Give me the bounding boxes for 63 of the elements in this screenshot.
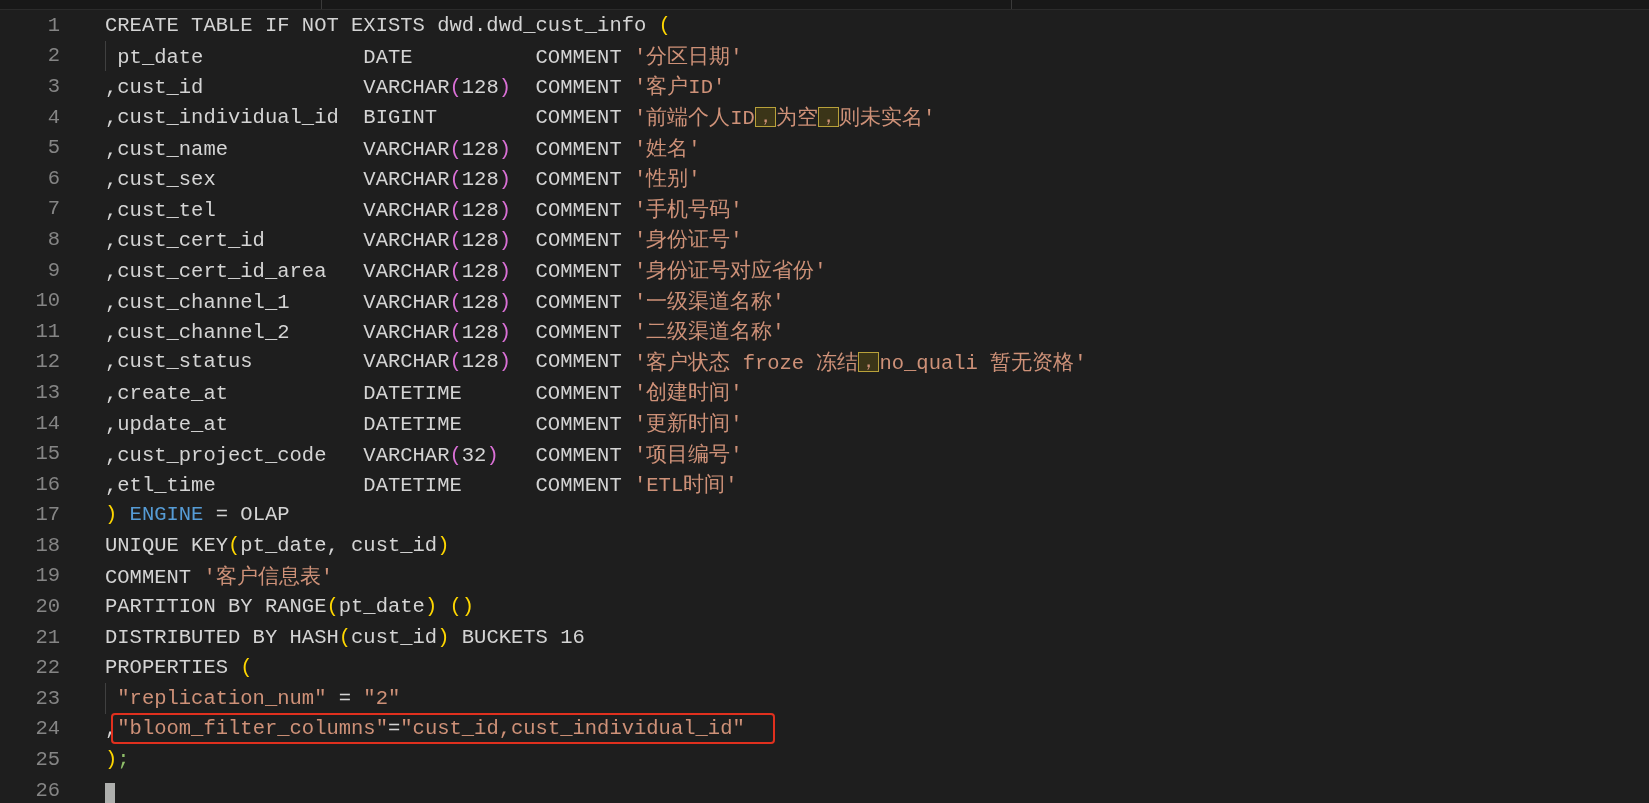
code-text: ( — [449, 350, 462, 374]
code-line: "replication_num" = "2" — [117, 686, 401, 710]
line-number: 2 — [47, 44, 60, 68]
line-number: 15 — [35, 442, 60, 466]
line-number: 6 — [47, 166, 60, 190]
code-text: no_quali 暂无资格' — [879, 350, 1087, 376]
line-number: 7 — [47, 197, 60, 221]
ambiguous-character-highlight: ， — [817, 106, 839, 128]
code-line: PARTITION BY RANGE(pt_date) () — [105, 595, 475, 619]
code-line: UNIQUE KEY(pt_date, cust_id) — [105, 533, 450, 557]
code-line: ,cust_cert_id VARCHAR(128) COMMENT '身份证号' — [105, 228, 743, 254]
line-number: 20 — [35, 595, 60, 619]
code-text: '客户状态 froze 冻结 — [634, 350, 859, 376]
code-line: DISTRIBUTED BY HASH(cust_id) BUCKETS 16 — [105, 625, 585, 649]
annotation-box: "bloom_filter_columns"="cust_id,cust_individual_id" — [111, 713, 775, 745]
code-line: ); — [105, 748, 130, 772]
line-number: 16 — [35, 472, 60, 496]
code-line: ,cust_id VARCHAR(128) COMMENT '客户ID' — [105, 74, 726, 101]
line-number: 14 — [35, 411, 60, 435]
code-line: ,cust_cert_id_area VARCHAR(128) COMMENT '身份证号对应省份' — [105, 258, 827, 285]
line-number: 9 — [47, 258, 60, 282]
line-number: 24 — [35, 717, 60, 741]
code-text: 128 — [461, 350, 499, 374]
line-number: 13 — [35, 380, 60, 404]
line-number: 8 — [47, 227, 60, 251]
code-line: ,create_at DATETIME COMMENT '创建时间' — [105, 380, 743, 407]
code-line: ,etl_time DATETIME COMMENT 'ETL时间' — [105, 472, 738, 499]
line-number: 5 — [47, 136, 60, 160]
ambiguous-character-highlight: ， — [754, 106, 776, 128]
line-number: 4 — [47, 105, 60, 129]
line-number: 19 — [35, 564, 60, 588]
line-number: 23 — [35, 686, 60, 710]
line-number: 10 — [35, 289, 60, 313]
line-number: 1 — [47, 13, 60, 37]
code-text: '前端个人ID — [634, 105, 755, 132]
code-line: ,cust_channel_1 VARCHAR(128) COMMENT '一级渠道名称' — [105, 289, 785, 315]
line-number: 25 — [35, 748, 60, 772]
code-line: ,cust_sex VARCHAR(128) COMMENT '性别' — [105, 167, 701, 193]
line-number: 17 — [35, 503, 60, 527]
line-number: 18 — [35, 533, 60, 557]
code-line: COMMENT '客户信息表' — [105, 564, 334, 590]
code-line: PROPERTIES ( — [105, 656, 253, 680]
line-number: 26 — [35, 778, 60, 802]
code-line: ,cust_project_code VARCHAR(32) COMMENT '项目编号' — [105, 442, 743, 468]
code-line: CREATE TABLE IF NOT EXISTS dwd.dwd_cust_info ( — [105, 13, 671, 37]
code-text: 为空 — [775, 105, 818, 132]
code-line: ) ENGINE = OLAP — [105, 503, 290, 527]
code-text: ) — [498, 350, 511, 374]
code-line: pt_date DATE COMMENT '分区日期' — [117, 44, 743, 70]
code-text: 则未实名' — [838, 105, 936, 132]
code-text: COMMENT — [534, 350, 623, 374]
line-number: 12 — [35, 350, 60, 374]
code-line: ,update_at DATETIME COMMENT '更新时间' — [105, 411, 743, 437]
line-number: 11 — [35, 319, 60, 343]
code-line: ,cust_channel_2 VARCHAR(128) COMMENT '二级渠道名称' — [105, 319, 785, 346]
code-line: ,cust_name VARCHAR(128) COMMENT '姓名' — [105, 136, 701, 162]
line-number: 22 — [35, 656, 60, 680]
line-number: 21 — [35, 625, 60, 649]
line-number: 3 — [47, 75, 60, 98]
code-text: ,cust_status VARCHAR — [105, 350, 450, 374]
ambiguous-character-highlight: ， — [858, 351, 880, 373]
code-line: ,cust_tel VARCHAR(128) COMMENT '手机号码' — [105, 197, 743, 223]
code-text: ,cust_individual_id BIGINT COMMENT — [105, 105, 623, 129]
